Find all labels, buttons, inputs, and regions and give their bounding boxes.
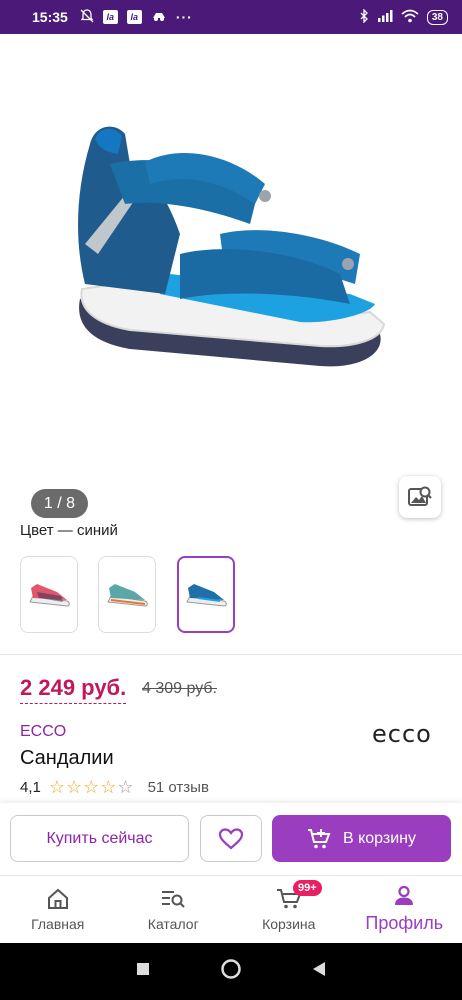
home-icon xyxy=(47,888,68,909)
add-to-cart-label: В корзину xyxy=(342,829,417,847)
signal-icon xyxy=(377,9,393,25)
divider xyxy=(0,654,462,655)
action-bar: Купить сейчас В корзину xyxy=(0,803,462,875)
back-triangle-icon xyxy=(313,962,326,976)
star-icon: ☆ xyxy=(48,777,65,797)
old-price: 4 309 руб. xyxy=(142,680,217,697)
brand-logo: ecco xyxy=(372,720,432,748)
catalog-search-icon xyxy=(162,890,185,908)
color-swatch-teal[interactable] xyxy=(98,556,156,633)
teal-sandal-thumbnail xyxy=(107,583,148,607)
heart-icon xyxy=(218,827,244,849)
rating-stars: ☆ ☆ ☆ ☆ ☆ xyxy=(49,778,134,796)
bell-off-icon xyxy=(80,8,94,26)
brand-link[interactable]: ECCO xyxy=(20,723,66,741)
product-image-gallery[interactable]: 1 / 8 xyxy=(0,34,462,518)
profile-icon xyxy=(395,885,414,905)
image-search-button[interactable] xyxy=(399,476,441,518)
app-notification-icon: la xyxy=(102,10,118,24)
nav-catalog-label: Каталог xyxy=(147,915,199,932)
star-icon: ☆ xyxy=(83,777,100,797)
nav-catalog[interactable]: Каталог xyxy=(116,876,232,943)
nav-cart-label: Корзина xyxy=(262,915,316,932)
reviews-link[interactable]: 51 отзыв xyxy=(148,779,209,796)
home-system-button[interactable] xyxy=(220,958,242,985)
color-swatch-blue[interactable] xyxy=(177,556,235,633)
wifi-icon xyxy=(401,9,419,26)
nav-cart[interactable]: 99+ Корзина xyxy=(231,876,347,943)
product-name: Сандалии xyxy=(20,747,114,769)
more-notifications-icon: ··· xyxy=(175,9,193,25)
game-icon xyxy=(151,9,167,25)
buy-now-button[interactable]: Купить сейчас xyxy=(10,815,189,862)
nav-home[interactable]: Главная xyxy=(0,876,116,943)
favorite-button[interactable] xyxy=(200,815,262,862)
recents-button[interactable] xyxy=(135,961,151,982)
image-counter: 1 / 8 xyxy=(31,489,88,518)
add-to-cart-button[interactable]: В корзину xyxy=(272,815,451,862)
recents-icon xyxy=(136,963,149,975)
star-empty-icon: ☆ xyxy=(117,777,134,797)
star-icon: ☆ xyxy=(66,777,83,797)
status-time: 15:35 xyxy=(32,9,68,25)
system-navigation-bar xyxy=(0,943,462,1000)
nav-profile[interactable]: Профиль xyxy=(347,876,462,943)
app-notification-icon: la xyxy=(126,10,142,24)
current-price: 2 249 руб. xyxy=(20,675,127,704)
color-swatch-pink[interactable] xyxy=(20,556,78,633)
bluetooth-icon xyxy=(359,7,369,26)
battery-indicator: 38 xyxy=(426,9,448,25)
product-image xyxy=(78,126,386,367)
rating-row[interactable]: 4,1 ☆ ☆ ☆ ☆ ☆ 51 отзыв xyxy=(20,778,209,796)
status-bar: 15:35 la la ··· 38 xyxy=(0,0,462,34)
rating-value: 4,1 xyxy=(20,778,41,796)
nav-profile-label: Профиль xyxy=(365,913,444,933)
blue-sandal-thumbnail xyxy=(186,583,227,607)
nav-home-label: Главная xyxy=(31,915,85,932)
cart-badge: 99+ xyxy=(293,880,322,896)
cart-add-icon xyxy=(307,828,331,848)
pink-sandal-thumbnail xyxy=(29,583,70,607)
image-search-icon xyxy=(408,486,432,506)
color-label: Цвет — синий xyxy=(20,522,118,539)
home-circle-icon xyxy=(221,959,241,979)
bottom-navigation: Главная Каталог 99+ Корзина Профиль xyxy=(0,875,462,943)
star-icon: ☆ xyxy=(100,777,117,797)
back-button[interactable] xyxy=(311,961,327,982)
